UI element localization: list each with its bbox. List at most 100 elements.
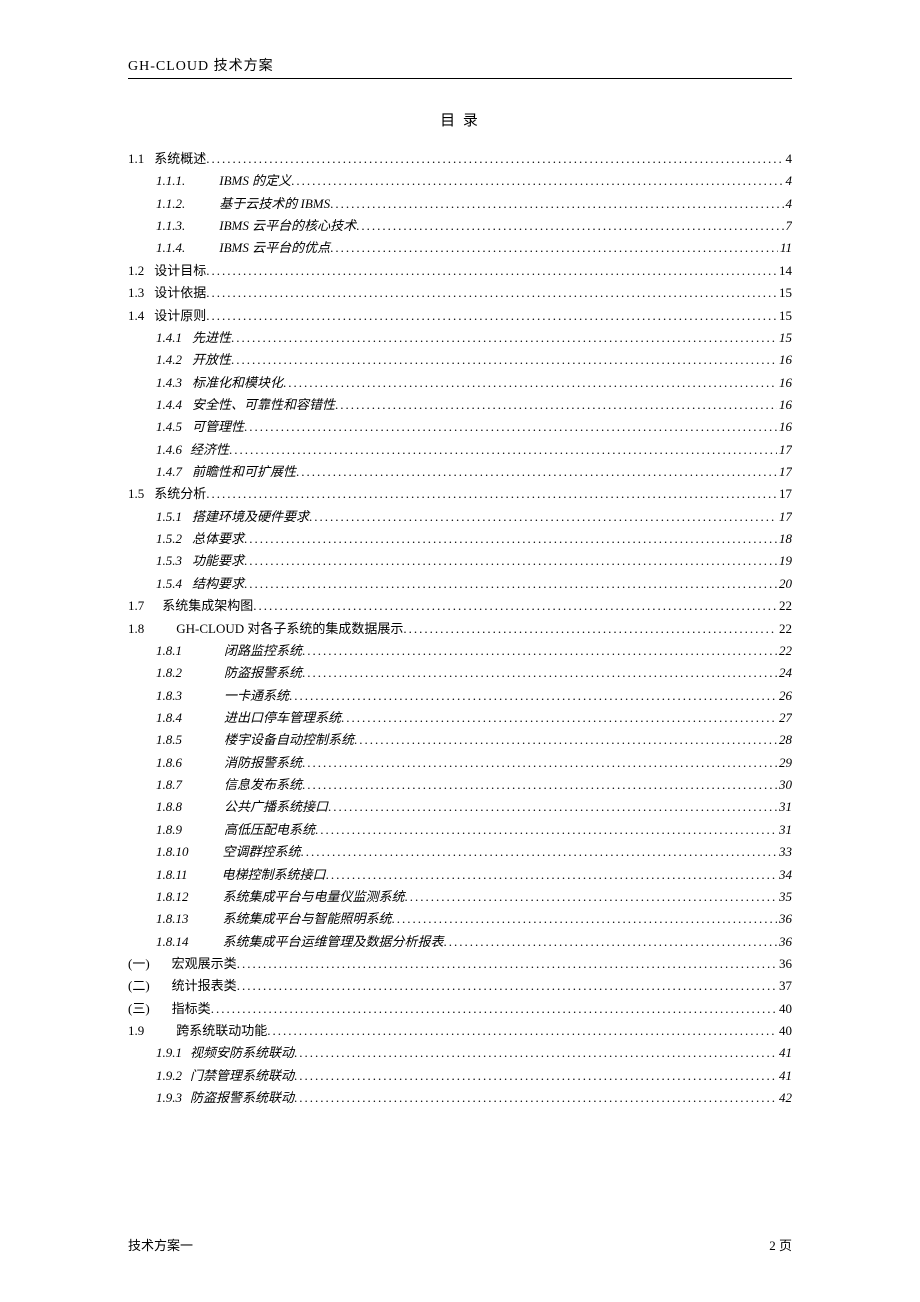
toc-entry-label: 闭路监控系统 (220, 640, 302, 662)
page-header: GH-CLOUD 技术方案 (128, 55, 792, 79)
toc-entry-label: 门禁管理系统联动 (186, 1065, 294, 1087)
toc-leader-dots (326, 864, 777, 886)
toc-entry-page: 22 (777, 618, 792, 640)
toc-entry: 1.4设计原则15 (128, 305, 792, 327)
toc-entry: 1.8.11电梯控制系统接口34 (128, 864, 792, 886)
toc-entry-page: 15 (777, 327, 792, 349)
toc-leader-dots (244, 573, 777, 595)
toc-entry-number: (三) (128, 998, 150, 1020)
toc-entry-label: 设计依据 (150, 282, 206, 304)
toc-entry-page: 17 (777, 439, 792, 461)
toc-leader-dots (206, 305, 777, 327)
toc-entry: 1.5.3功能要求19 (128, 550, 792, 572)
toc-entry: 1.9.3防盗报警系统联动42 (128, 1087, 792, 1109)
toc-entry-page: 35 (777, 886, 792, 908)
toc-entry: (二)统计报表类37 (128, 975, 792, 997)
toc-entry-number: 1.9.3 (156, 1087, 182, 1109)
toc-leader-dots (315, 819, 777, 841)
toc-entry: 1.8.5楼宇设备自动控制系统28 (128, 729, 792, 751)
toc-entry-label: 楼宇设备自动控制系统 (220, 729, 354, 751)
toc-entry-number: 1.8.4 (156, 707, 182, 729)
toc-entry-number: 1.8.13 (156, 908, 189, 930)
toc-entry: 1.8.4 进出口停车管理系统 27 (128, 707, 792, 729)
toc-entry: 1.8GH-CLOUD 对各子系统的集成数据展示22 (128, 618, 792, 640)
toc-leader-dots (231, 349, 777, 371)
toc-entry: 1.5.2总体要求18 (128, 528, 792, 550)
toc-leader-dots (289, 685, 777, 707)
toc-entry-label: 先进性 (188, 327, 231, 349)
toc-entry-label: 视频安防系统联动 (186, 1042, 294, 1064)
toc-entry-label: 前瞻性和可扩展性 (188, 461, 296, 483)
toc-leader-dots (335, 394, 777, 416)
toc-entry-number: 1.9.1 (156, 1042, 182, 1064)
toc-entry: 1.3设计依据15 (128, 282, 792, 304)
toc-entry-page: 4 (784, 148, 793, 170)
toc-entry: 1.4.3标准化和模块化16 (128, 372, 792, 394)
toc-leader-dots (296, 461, 777, 483)
toc-entry-number: 1.8.8 (156, 796, 182, 818)
toc-entry-number: 1.8.12 (156, 886, 189, 908)
toc-entry-number: 1.8.14 (156, 931, 189, 953)
toc-leader-dots (302, 640, 777, 662)
toc-leader-dots (206, 282, 777, 304)
toc-entry-number: 1.4.6 (156, 439, 182, 461)
toc-entry-number: 1.5.3 (156, 550, 182, 572)
toc-leader-dots (291, 170, 783, 192)
toc-entry-page: 16 (777, 349, 792, 371)
toc-entry-label: 防盗报警系统联动 (186, 1087, 294, 1109)
toc-entry-page: 41 (777, 1042, 792, 1064)
toc-entry-number: 1.1.4. (156, 237, 185, 259)
toc-entry: 1.4.4安全性、可靠性和容错性16 (128, 394, 792, 416)
toc-entry-page: 37 (777, 975, 792, 997)
toc-entry-label: 空调群控系统 (219, 841, 301, 863)
toc-entry-number: 1.8.10 (156, 841, 189, 863)
toc-entry-page: 19 (777, 550, 792, 572)
toc-entry-page: 7 (784, 215, 793, 237)
toc-entry-number: 1.9.2 (156, 1065, 182, 1087)
toc-entry: 1.8.8公共广播系统接口31 (128, 796, 792, 818)
toc-leader-dots (302, 752, 777, 774)
toc-entry-number: 1.8.6 (156, 752, 182, 774)
toc-entry: 1.5系统分析17 (128, 483, 792, 505)
toc-leader-dots (294, 1065, 777, 1087)
toc-leader-dots (328, 796, 777, 818)
toc-entry-page: 22 (777, 640, 792, 662)
toc-entry-label: 系统概述 (150, 148, 206, 170)
toc-entry: 1.1.1.IBMS 的定义4 (128, 170, 792, 192)
toc-leader-dots (206, 148, 783, 170)
footer-right: 2 页 (769, 1235, 792, 1254)
toc-leader-dots (206, 483, 777, 505)
toc-entry-number: 1.8.1 (156, 640, 182, 662)
toc-entry-label: 进出口停车管理系统 (220, 707, 341, 729)
toc-leader-dots (229, 439, 777, 461)
page-content: GH-CLOUD 技术方案 目 录 1.1系统概述41.1.1.IBMS 的定义… (0, 0, 920, 1159)
toc-leader-dots (330, 237, 778, 259)
toc-leader-dots (330, 193, 783, 215)
toc-entry-label: 系统集成平台运维管理及数据分析报表 (219, 931, 444, 953)
table-of-contents: 1.1系统概述41.1.1.IBMS 的定义41.1.2.基于云技术的 IBMS… (128, 148, 792, 1109)
toc-entry-label: 设计目标 (150, 260, 206, 282)
toc-entry: 1.8.12系统集成平台与电量仪监测系统35 (128, 886, 792, 908)
toc-leader-dots (392, 908, 777, 930)
toc-entry: (一)宏观展示类36 (128, 953, 792, 975)
toc-entry-number: 1.1.1. (156, 170, 185, 192)
toc-entry: 1.5.4结构要求20 (128, 573, 792, 595)
toc-entry-number: 1.8.11 (156, 864, 188, 886)
toc-entry-number: 1.9 (128, 1020, 144, 1042)
toc-entry-number: (二) (128, 975, 150, 997)
toc-entry-page: 26 (777, 685, 792, 707)
toc-leader-dots (444, 931, 777, 953)
toc-entry-page: 36 (777, 953, 792, 975)
toc-entry-page: 27 (777, 707, 792, 729)
toc-entry-page: 16 (777, 372, 792, 394)
toc-entry: 1.9跨系统联动功能40 (128, 1020, 792, 1042)
toc-entry-label: 消防报警系统 (220, 752, 302, 774)
toc-entry: 1.8.1 闭路监控系统 22 (128, 640, 792, 662)
toc-entry: 1.9.2门禁管理系统联动41 (128, 1065, 792, 1087)
toc-entry-page: 40 (777, 1020, 792, 1042)
toc-leader-dots (302, 662, 777, 684)
toc-entry-page: 30 (777, 774, 792, 796)
toc-entry-label: 总体要求 (188, 528, 244, 550)
toc-entry: 1.9.1视频安防系统联动 41 (128, 1042, 792, 1064)
toc-leader-dots (267, 1020, 777, 1042)
